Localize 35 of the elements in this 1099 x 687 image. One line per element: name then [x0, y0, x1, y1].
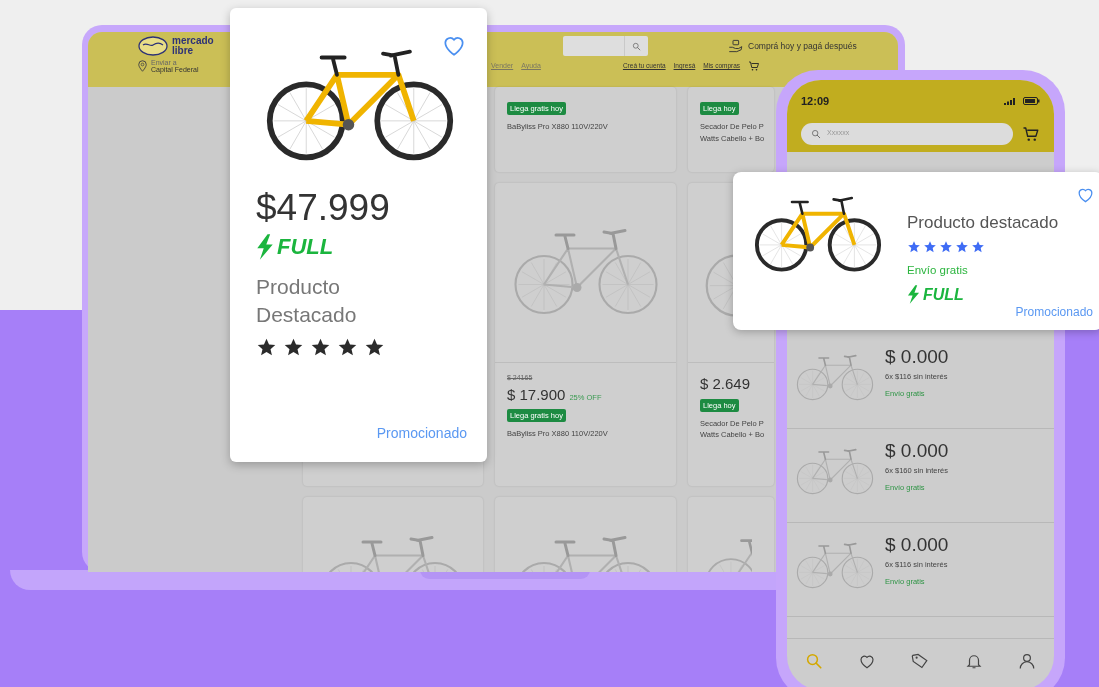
full-label: FULL	[277, 233, 334, 261]
star-icon	[971, 239, 985, 254]
sponsored-label: Promocionado	[376, 424, 467, 443]
signal-icon	[1004, 97, 1015, 105]
logo-icon	[138, 36, 168, 56]
star-icon	[939, 239, 953, 254]
product-preview-dialog[interactable]: $47.999 FULL Producto Destacado Promocionado	[230, 8, 487, 462]
price: $ 17.900	[507, 385, 566, 403]
promo-text[interactable]: Comprá hoy y pagá después	[748, 39, 857, 53]
search-icon	[632, 41, 641, 51]
star-icon	[907, 239, 921, 254]
cart-icon[interactable]	[748, 60, 761, 73]
battery-icon	[1023, 97, 1040, 106]
product-title: Producto destacado	[907, 212, 1059, 234]
price: $47.999	[256, 189, 391, 226]
lightning-icon	[907, 285, 920, 305]
price: $ 0.000	[885, 535, 949, 554]
sponsored-label: Promocionado	[1015, 304, 1093, 321]
hand-icon	[728, 39, 743, 53]
status-time: 12:09	[801, 94, 830, 109]
shipping-text: Envío gratis	[907, 262, 969, 278]
price: $ 0.000	[885, 347, 949, 366]
search-field[interactable]	[563, 36, 648, 56]
price: $ 0.000	[885, 441, 949, 460]
logo-text[interactable]: mercado libre	[172, 36, 212, 56]
product-title: Producto Destacado	[256, 273, 358, 328]
lightning-icon	[256, 233, 274, 260]
cart-icon[interactable]	[1022, 124, 1040, 143]
location-pin-icon	[138, 60, 147, 73]
full-label: FULL	[923, 284, 964, 305]
price: $ 2.649	[700, 375, 751, 392]
star-icon	[955, 239, 969, 254]
product-preview-dialog[interactable]: Producto destacado Envío gratis FULL Promocionado	[733, 172, 1099, 330]
search-icon	[811, 128, 821, 139]
star-icon	[923, 239, 937, 254]
